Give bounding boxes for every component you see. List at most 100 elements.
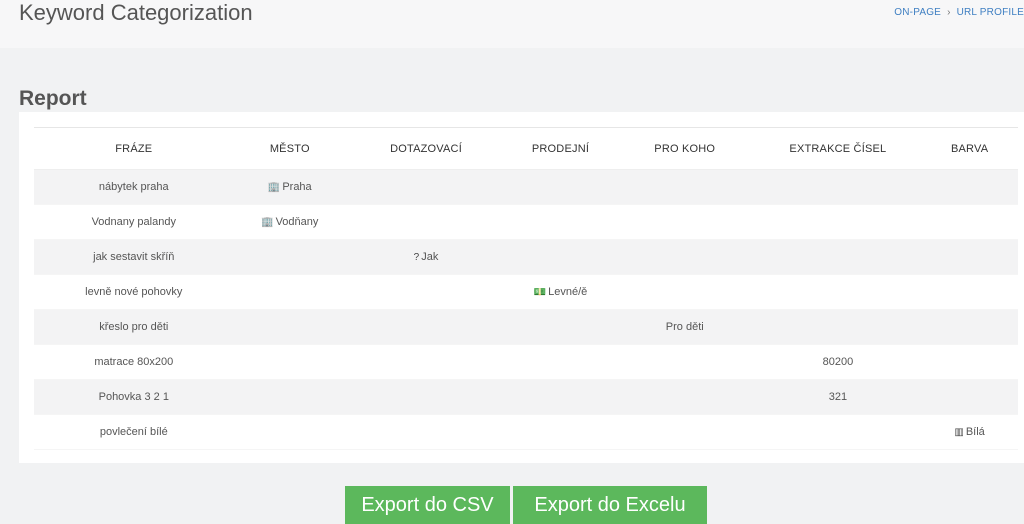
cell-color	[921, 309, 1018, 345]
cell-numbers-text: 321	[828, 391, 848, 403]
cell-phrase-text: matrace 80x200	[94, 356, 174, 368]
cell-color	[921, 169, 1018, 205]
cell-phrase-text: Pohovka 3 2 1	[98, 391, 169, 403]
report-table: FRÁZE MĚSTO DOTAZOVACÍ PRODEJNÍ PRO KOHO…	[34, 127, 1018, 450]
breadcrumb-url-profile[interactable]: URL PROFILE	[957, 7, 1024, 18]
cell-city: 🏢 Praha	[233, 169, 346, 205]
breadcrumb-on-page[interactable]: ON-PAGE	[894, 7, 941, 18]
cell-city-text: Praha	[282, 181, 312, 193]
table-row: levně nové pohovky 💵 Levné/ě	[34, 274, 1018, 310]
cell-question	[345, 344, 507, 380]
column-header-city: MĚSTO	[233, 127, 346, 170]
cell-color	[921, 344, 1018, 380]
breadcrumb-separator: ›	[947, 7, 951, 18]
column-header-for-whom: PRO KOHO	[614, 127, 755, 170]
cell-sales: 💵 Levné/ě	[506, 274, 615, 310]
column-header-color: BARVA	[921, 127, 1018, 170]
column-header-numbers: EXTRAKCE ČÍSEL	[754, 127, 922, 170]
page-title: Keyword Categorization	[19, 0, 253, 25]
cell-phrase: jak sestavit skříň	[34, 239, 234, 275]
cell-sales	[506, 309, 615, 345]
cell-phrase-text: Vodnany palandy	[91, 216, 176, 228]
cell-city	[233, 379, 346, 415]
table-row: povlečení bílé ▥ Bílá	[34, 414, 1018, 450]
cell-phrase: Vodnany palandy	[34, 204, 234, 240]
table-row: jak sestavit skříň? Jak	[34, 239, 1018, 275]
cell-phrase-text: levně nové pohovky	[85, 286, 183, 298]
cell-city	[233, 344, 346, 380]
cell-for-whom	[614, 169, 755, 205]
cell-phrase: levně nové pohovky	[34, 274, 234, 310]
cell-color	[921, 239, 1018, 275]
cell-numbers	[754, 274, 922, 310]
cell-phrase: matrace 80x200	[34, 344, 234, 380]
column-header-sales: PRODEJNÍ	[506, 127, 615, 170]
building-icon: 🏢	[261, 217, 274, 228]
cell-city-text: Vodňany	[275, 216, 319, 228]
table-row: Pohovka 3 2 1 321	[34, 379, 1018, 415]
column-header-question: DOTAZOVACÍ	[345, 127, 507, 170]
cell-question	[345, 309, 507, 345]
report-title: Report	[19, 87, 87, 110]
cell-question	[345, 414, 507, 450]
cell-for-whom	[614, 204, 755, 240]
money-icon: 💵	[533, 287, 547, 298]
cell-question	[345, 204, 507, 240]
cell-phrase-text: jak sestavit skříň	[93, 251, 175, 263]
cell-sales	[506, 414, 615, 450]
cell-color: ▥ Bílá	[921, 414, 1018, 450]
cell-sales	[506, 379, 615, 415]
barcode-icon: ▥	[954, 427, 964, 438]
cell-numbers: 80200	[754, 344, 922, 380]
cell-phrase-text: křeslo pro děti	[99, 321, 169, 333]
cell-question: ? Jak	[345, 239, 507, 275]
export-csv-button[interactable]: Export do CSV	[345, 486, 510, 524]
table-header-row: FRÁZE MĚSTO DOTAZOVACÍ PRODEJNÍ PRO KOHO…	[34, 127, 1018, 170]
cell-for-whom	[614, 344, 755, 380]
cell-for-whom	[614, 414, 755, 450]
cell-color	[921, 379, 1018, 415]
cell-numbers	[754, 204, 922, 240]
cell-color-text: Bílá	[965, 426, 985, 438]
report-panel: FRÁZE MĚSTO DOTAZOVACÍ PRODEJNÍ PRO KOHO…	[19, 112, 1024, 463]
cell-color	[921, 204, 1018, 240]
column-header-phrase: FRÁZE	[34, 127, 234, 170]
question-icon: ?	[413, 252, 420, 263]
cell-for-whom	[614, 239, 755, 275]
table-row: křeslo pro děti Pro děti	[34, 309, 1018, 345]
cell-phrase-text: nábytek praha	[98, 181, 169, 193]
export-excel-button[interactable]: Export do Excelu	[513, 486, 707, 524]
breadcrumb: ON-PAGE › URL PROFILE	[894, 7, 1024, 18]
table-body: nábytek praha 🏢 Praha Vodnany palandy 🏢 Vodňa…	[34, 169, 1018, 450]
cell-sales	[506, 239, 615, 275]
cell-phrase-text: povlečení bílé	[99, 426, 168, 438]
building-icon: 🏢	[267, 182, 281, 193]
cell-city	[233, 239, 346, 275]
table-row: matrace 80x200 80200	[34, 344, 1018, 380]
cell-question	[345, 169, 507, 205]
table-row: Vodnany palandy 🏢 Vodňany	[34, 204, 1018, 240]
cell-city	[233, 274, 346, 310]
cell-numbers: 321	[754, 379, 922, 415]
cell-city	[233, 414, 346, 450]
cell-city: 🏢 Vodňany	[233, 204, 346, 240]
cell-color	[921, 274, 1018, 310]
cell-question	[345, 274, 507, 310]
cell-city	[233, 309, 346, 345]
cell-numbers	[754, 309, 922, 345]
cell-question-text: Jak	[421, 251, 439, 263]
cell-sales	[506, 169, 615, 205]
cell-numbers-text: 80200	[822, 356, 854, 368]
cell-for-whom	[614, 274, 755, 310]
cell-for-whom: Pro děti	[614, 309, 755, 345]
cell-sales-text: Levné/ě	[548, 286, 588, 298]
cell-phrase: křeslo pro děti	[34, 309, 234, 345]
cell-numbers	[754, 169, 922, 205]
cell-for-whom	[614, 379, 755, 415]
top-header: Keyword Categorization ON-PAGE › URL PROFI…	[0, 0, 1024, 48]
cell-question	[345, 379, 507, 415]
cell-sales	[506, 344, 615, 380]
cell-numbers	[754, 239, 922, 275]
table-row: nábytek praha 🏢 Praha	[34, 169, 1018, 205]
cell-phrase: nábytek praha	[34, 169, 234, 205]
